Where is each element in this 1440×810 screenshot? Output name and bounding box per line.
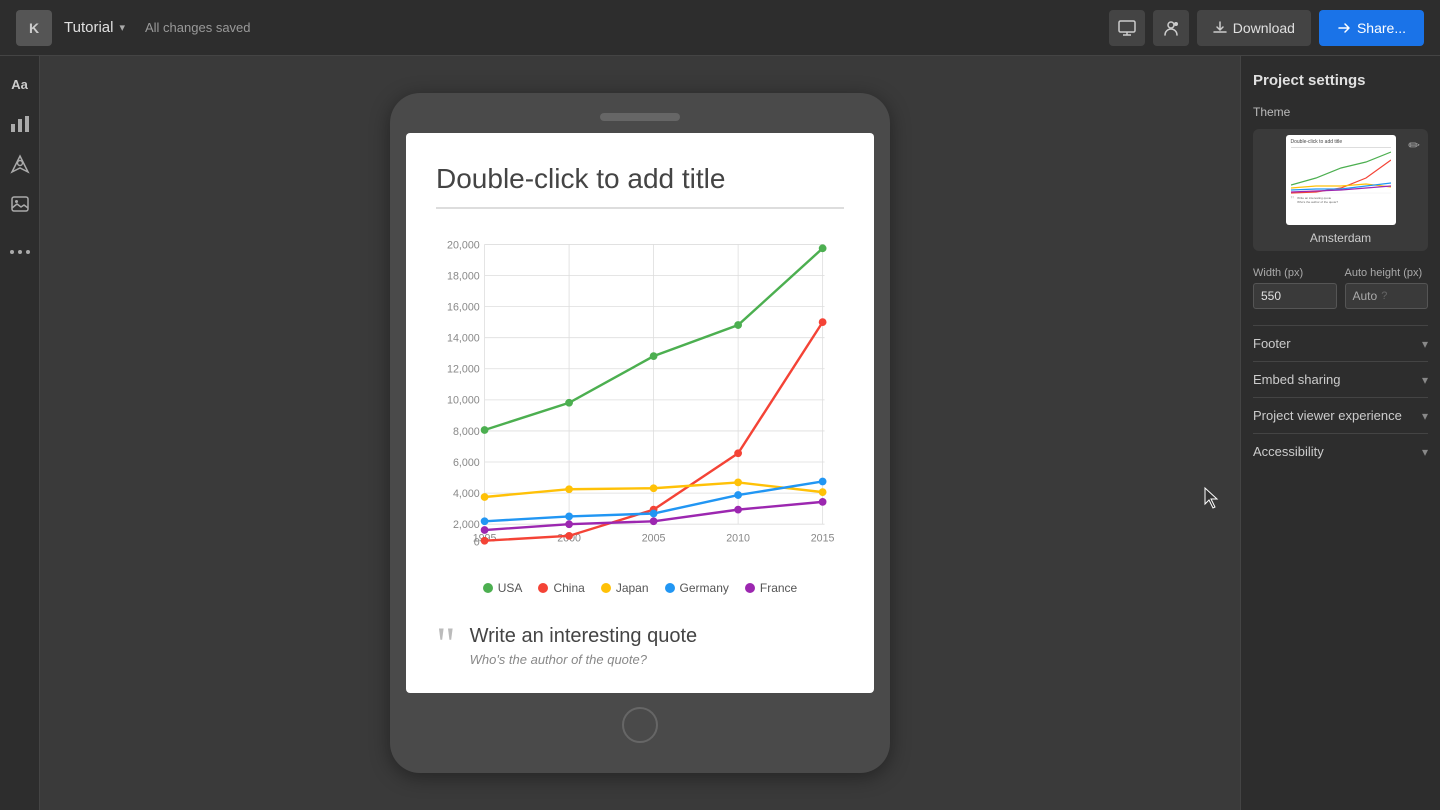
- legend-germany: Germany: [665, 581, 729, 595]
- svg-text:2015: 2015: [811, 533, 835, 545]
- height-field: Auto height (px) Auto ?: [1345, 267, 1429, 309]
- topbar: K Tutorial ▾ All changes saved: [0, 0, 1440, 56]
- quote-section[interactable]: " Write an interesting quote Who's the a…: [436, 615, 844, 669]
- quote-content: Write an interesting quote Who's the aut…: [470, 625, 698, 667]
- accordion-project-viewer[interactable]: Project viewer experience ▾: [1253, 397, 1428, 433]
- accordion-accessibility-chevron-icon: ▾: [1422, 445, 1428, 459]
- accordion-viewer-chevron-icon: ▾: [1422, 409, 1428, 423]
- topbar-actions: Download Share...: [1109, 10, 1424, 46]
- width-input[interactable]: [1253, 283, 1337, 309]
- svg-text:18,000: 18,000: [447, 271, 480, 283]
- device-frame: Double-click to add title: [390, 93, 890, 772]
- accordion-footer-label: Footer: [1253, 336, 1291, 351]
- sidebar-icon-image[interactable]: [4, 188, 36, 220]
- svg-text:10,000: 10,000: [447, 395, 480, 407]
- accordion-footer-chevron-icon: ▾: [1422, 337, 1428, 351]
- height-label: Auto height (px): [1345, 267, 1429, 279]
- theme-edit-button[interactable]: ✏: [1408, 137, 1420, 154]
- accordion: Footer ▾ Embed sharing ▾ Project viewer …: [1253, 325, 1428, 469]
- theme-preview: Double-click to add title: [1286, 135, 1396, 225]
- legend-japan-label: Japan: [616, 581, 649, 595]
- sidebar-icon-chart[interactable]: [4, 108, 36, 140]
- right-sidebar: Project settings Theme ✏ Double-click to…: [1240, 56, 1440, 810]
- project-title[interactable]: Tutorial ▾: [64, 19, 125, 36]
- slide-canvas[interactable]: Double-click to add title: [406, 133, 874, 692]
- svg-text:20,000: 20,000: [447, 240, 480, 252]
- device-notch: [600, 113, 680, 121]
- sidebar-icon-more[interactable]: [4, 236, 36, 268]
- quote-author[interactable]: Who's the author of the quote?: [470, 652, 698, 667]
- share-label: Share...: [1357, 20, 1406, 36]
- chart-legend: USA China Japan Germany: [436, 581, 844, 595]
- sidebar-icon-text[interactable]: Aa: [4, 68, 36, 100]
- accordion-embed-sharing[interactable]: Embed sharing ▾: [1253, 361, 1428, 397]
- slide-title[interactable]: Double-click to add title: [436, 163, 844, 209]
- quote-mark-icon: ": [436, 621, 456, 669]
- download-label: Download: [1233, 20, 1295, 36]
- collaborate-button[interactable]: [1153, 10, 1189, 46]
- theme-card: ✏ Double-click to add title: [1253, 129, 1428, 251]
- svg-text:2,000: 2,000: [453, 519, 480, 531]
- line-chart: 20,000 18,000 16,000 14,000 12,000 10,00…: [436, 225, 844, 555]
- share-button[interactable]: Share...: [1319, 10, 1424, 46]
- legend-usa: USA: [483, 581, 523, 595]
- theme-label: Theme: [1253, 105, 1428, 119]
- width-field: Width (px): [1253, 267, 1337, 309]
- svg-text:12,000: 12,000: [447, 364, 480, 376]
- project-title-text: Tutorial: [64, 19, 113, 36]
- quote-text[interactable]: Write an interesting quote: [470, 625, 698, 648]
- svg-text:14,000: 14,000: [447, 333, 480, 345]
- legend-china-label: China: [553, 581, 584, 595]
- canvas-area[interactable]: Double-click to add title: [40, 56, 1240, 810]
- device-home-button: [622, 707, 658, 743]
- present-button[interactable]: [1109, 10, 1145, 46]
- accordion-viewer-label: Project viewer experience: [1253, 408, 1402, 423]
- app-logo: K: [16, 10, 52, 46]
- settings-title: Project settings: [1253, 72, 1428, 89]
- legend-china: China: [538, 581, 584, 595]
- sidebar-icon-map[interactable]: [4, 148, 36, 180]
- svg-text:4,000: 4,000: [453, 488, 480, 500]
- main-layout: Aa: [0, 56, 1440, 810]
- accordion-embed-label: Embed sharing: [1253, 372, 1340, 387]
- legend-france: France: [745, 581, 797, 595]
- download-button[interactable]: Download: [1197, 10, 1311, 46]
- chart-container: 20,000 18,000 16,000 14,000 12,000 10,00…: [436, 225, 844, 560]
- save-status: All changes saved: [145, 20, 251, 35]
- height-auto: Auto ?: [1345, 283, 1429, 309]
- theme-name: Amsterdam: [1310, 231, 1371, 245]
- height-help-icon: ?: [1381, 290, 1387, 302]
- accordion-accessibility[interactable]: Accessibility ▾: [1253, 433, 1428, 469]
- legend-germany-label: Germany: [680, 581, 729, 595]
- accordion-accessibility-label: Accessibility: [1253, 444, 1324, 459]
- legend-france-label: France: [760, 581, 797, 595]
- title-chevron-icon: ▾: [119, 21, 125, 34]
- legend-japan: Japan: [601, 581, 649, 595]
- height-auto-text: Auto: [1353, 289, 1378, 303]
- svg-text:2010: 2010: [726, 533, 750, 545]
- legend-usa-label: USA: [498, 581, 523, 595]
- svg-text:8,000: 8,000: [453, 426, 480, 438]
- svg-text:6,000: 6,000: [453, 457, 480, 469]
- width-label: Width (px): [1253, 267, 1337, 279]
- cursor: [1203, 486, 1223, 515]
- left-sidebar: Aa: [0, 56, 40, 810]
- dimension-row: Width (px) Auto height (px) Auto ?: [1253, 267, 1428, 309]
- accordion-footer[interactable]: Footer ▾: [1253, 325, 1428, 361]
- svg-text:2005: 2005: [642, 533, 666, 545]
- svg-text:16,000: 16,000: [447, 302, 480, 314]
- accordion-embed-chevron-icon: ▾: [1422, 373, 1428, 387]
